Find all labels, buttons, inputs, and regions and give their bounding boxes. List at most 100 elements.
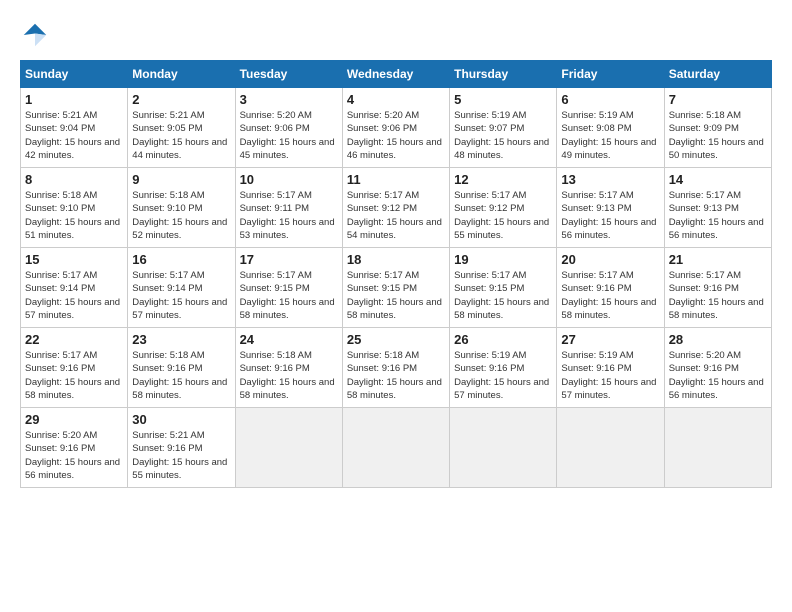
day-info: Sunrise: 5:21 AMSunset: 9:16 PMDaylight:… [132,429,230,482]
day-number: 14 [669,172,767,187]
day-cell-25: 25 Sunrise: 5:18 AMSunset: 9:16 PMDayligh… [342,328,449,408]
day-number: 3 [240,92,338,107]
day-cell-11: 11 Sunrise: 5:17 AMSunset: 9:12 PMDayligh… [342,168,449,248]
day-number: 5 [454,92,552,107]
day-number: 22 [25,332,123,347]
day-number: 7 [669,92,767,107]
day-cell-5: 5Sunrise: 5:19 AMSunset: 9:07 PMDaylight… [450,88,557,168]
day-cell-22: 22 Sunrise: 5:17 AMSunset: 9:16 PMDayligh… [21,328,128,408]
day-info: Sunrise: 5:21 AMSunset: 9:04 PMDaylight:… [25,109,123,162]
day-info: Sunrise: 5:17 AMSunset: 9:13 PMDaylight:… [561,189,659,242]
header [20,20,772,50]
day-number: 24 [240,332,338,347]
day-cell-12: 12 Sunrise: 5:17 AMSunset: 9:12 PMDayligh… [450,168,557,248]
header-monday: Monday [128,61,235,88]
day-number: 28 [669,332,767,347]
day-info: Sunrise: 5:18 AMSunset: 9:16 PMDaylight:… [347,349,445,402]
day-cell-13: 13 Sunrise: 5:17 AMSunset: 9:13 PMDayligh… [557,168,664,248]
day-number: 27 [561,332,659,347]
empty-cell [450,408,557,488]
empty-cell [664,408,771,488]
day-info: Sunrise: 5:20 AMSunset: 9:06 PMDaylight:… [240,109,338,162]
day-cell-4: 4 Sunrise: 5:20 AMSunset: 9:06 PMDaylight… [342,88,449,168]
day-cell-26: 26 Sunrise: 5:19 AMSunset: 9:16 PMDayligh… [450,328,557,408]
day-cell-29: 29 Sunrise: 5:20 AMSunset: 9:16 PMDayligh… [21,408,128,488]
day-number: 20 [561,252,659,267]
day-info: Sunrise: 5:17 AMSunset: 9:12 PMDaylight:… [454,189,552,242]
day-number: 11 [347,172,445,187]
day-info: Sunrise: 5:17 AMSunset: 9:14 PMDaylight:… [132,269,230,322]
day-info: Sunrise: 5:17 AMSunset: 9:15 PMDaylight:… [240,269,338,322]
empty-cell [235,408,342,488]
day-info: Sunrise: 5:19 AMSunset: 9:08 PMDaylight:… [561,109,659,162]
day-cell-28: 28 Sunrise: 5:20 AMSunset: 9:16 PMDayligh… [664,328,771,408]
day-cell-15: 15 Sunrise: 5:17 AMSunset: 9:14 PMDayligh… [21,248,128,328]
day-info: Sunrise: 5:21 AMSunset: 9:05 PMDaylight:… [132,109,230,162]
day-cell-6: 6Sunrise: 5:19 AMSunset: 9:08 PMDaylight… [557,88,664,168]
day-info: Sunrise: 5:17 AMSunset: 9:15 PMDaylight:… [347,269,445,322]
day-cell-24: 24 Sunrise: 5:18 AMSunset: 9:16 PMDayligh… [235,328,342,408]
day-cell-18: 18 Sunrise: 5:17 AMSunset: 9:15 PMDayligh… [342,248,449,328]
day-cell-19: 19 Sunrise: 5:17 AMSunset: 9:15 PMDayligh… [450,248,557,328]
day-cell-8: 8 Sunrise: 5:18 AMSunset: 9:10 PMDaylight… [21,168,128,248]
day-number: 29 [25,412,123,427]
day-number: 26 [454,332,552,347]
day-info: Sunrise: 5:17 AMSunset: 9:16 PMDaylight:… [25,349,123,402]
day-info: Sunrise: 5:17 AMSunset: 9:13 PMDaylight:… [669,189,767,242]
day-number: 17 [240,252,338,267]
day-info: Sunrise: 5:20 AMSunset: 9:16 PMDaylight:… [669,349,767,402]
logo-icon [20,20,50,50]
day-info: Sunrise: 5:17 AMSunset: 9:12 PMDaylight:… [347,189,445,242]
day-cell-21: 21 Sunrise: 5:17 AMSunset: 9:16 PMDayligh… [664,248,771,328]
empty-cell [557,408,664,488]
day-cell-27: 27 Sunrise: 5:19 AMSunset: 9:16 PMDayligh… [557,328,664,408]
day-number: 8 [25,172,123,187]
day-info: Sunrise: 5:17 AMSunset: 9:16 PMDaylight:… [561,269,659,322]
day-cell-9: 9 Sunrise: 5:18 AMSunset: 9:10 PMDaylight… [128,168,235,248]
day-number: 12 [454,172,552,187]
day-info: Sunrise: 5:18 AMSunset: 9:16 PMDaylight:… [132,349,230,402]
day-number: 13 [561,172,659,187]
header-row: Sunday Monday Tuesday Wednesday Thursday… [21,61,772,88]
day-info: Sunrise: 5:17 AMSunset: 9:15 PMDaylight:… [454,269,552,322]
day-info: Sunrise: 5:20 AMSunset: 9:16 PMDaylight:… [25,429,123,482]
day-cell-7: 7 Sunrise: 5:18 AMSunset: 9:09 PMDaylight… [664,88,771,168]
day-info: Sunrise: 5:19 AMSunset: 9:16 PMDaylight:… [561,349,659,402]
day-cell-2: 2 Sunrise: 5:21 AMSunset: 9:05 PMDaylight… [128,88,235,168]
day-number: 25 [347,332,445,347]
header-sunday: Sunday [21,61,128,88]
day-info: Sunrise: 5:18 AMSunset: 9:09 PMDaylight:… [669,109,767,162]
day-number: 21 [669,252,767,267]
day-info: Sunrise: 5:18 AMSunset: 9:10 PMDaylight:… [25,189,123,242]
day-cell-3: 3 Sunrise: 5:20 AMSunset: 9:06 PMDaylight… [235,88,342,168]
day-number: 16 [132,252,230,267]
day-cell-10: 10 Sunrise: 5:17 AMSunset: 9:11 PMDayligh… [235,168,342,248]
calendar-week-4: 22 Sunrise: 5:17 AMSunset: 9:16 PMDayligh… [21,328,772,408]
day-cell-23: 23Sunrise: 5:18 AMSunset: 9:16 PMDayligh… [128,328,235,408]
calendar-week-1: 1Sunrise: 5:21 AMSunset: 9:04 PMDaylight… [21,88,772,168]
day-number: 4 [347,92,445,107]
day-info: Sunrise: 5:17 AMSunset: 9:16 PMDaylight:… [669,269,767,322]
day-number: 2 [132,92,230,107]
day-cell-1: 1Sunrise: 5:21 AMSunset: 9:04 PMDaylight… [21,88,128,168]
header-saturday: Saturday [664,61,771,88]
day-info: Sunrise: 5:17 AMSunset: 9:14 PMDaylight:… [25,269,123,322]
day-info: Sunrise: 5:18 AMSunset: 9:10 PMDaylight:… [132,189,230,242]
day-cell-14: 14 Sunrise: 5:17 AMSunset: 9:13 PMDayligh… [664,168,771,248]
day-number: 10 [240,172,338,187]
header-friday: Friday [557,61,664,88]
day-info: Sunrise: 5:19 AMSunset: 9:16 PMDaylight:… [454,349,552,402]
day-cell-20: 20 Sunrise: 5:17 AMSunset: 9:16 PMDayligh… [557,248,664,328]
day-number: 18 [347,252,445,267]
logo [20,20,56,50]
day-info: Sunrise: 5:20 AMSunset: 9:06 PMDaylight:… [347,109,445,162]
day-number: 15 [25,252,123,267]
day-number: 30 [132,412,230,427]
day-info: Sunrise: 5:18 AMSunset: 9:16 PMDaylight:… [240,349,338,402]
header-tuesday: Tuesday [235,61,342,88]
day-info: Sunrise: 5:17 AMSunset: 9:11 PMDaylight:… [240,189,338,242]
day-number: 9 [132,172,230,187]
header-wednesday: Wednesday [342,61,449,88]
calendar-week-3: 15 Sunrise: 5:17 AMSunset: 9:14 PMDayligh… [21,248,772,328]
day-number: 19 [454,252,552,267]
